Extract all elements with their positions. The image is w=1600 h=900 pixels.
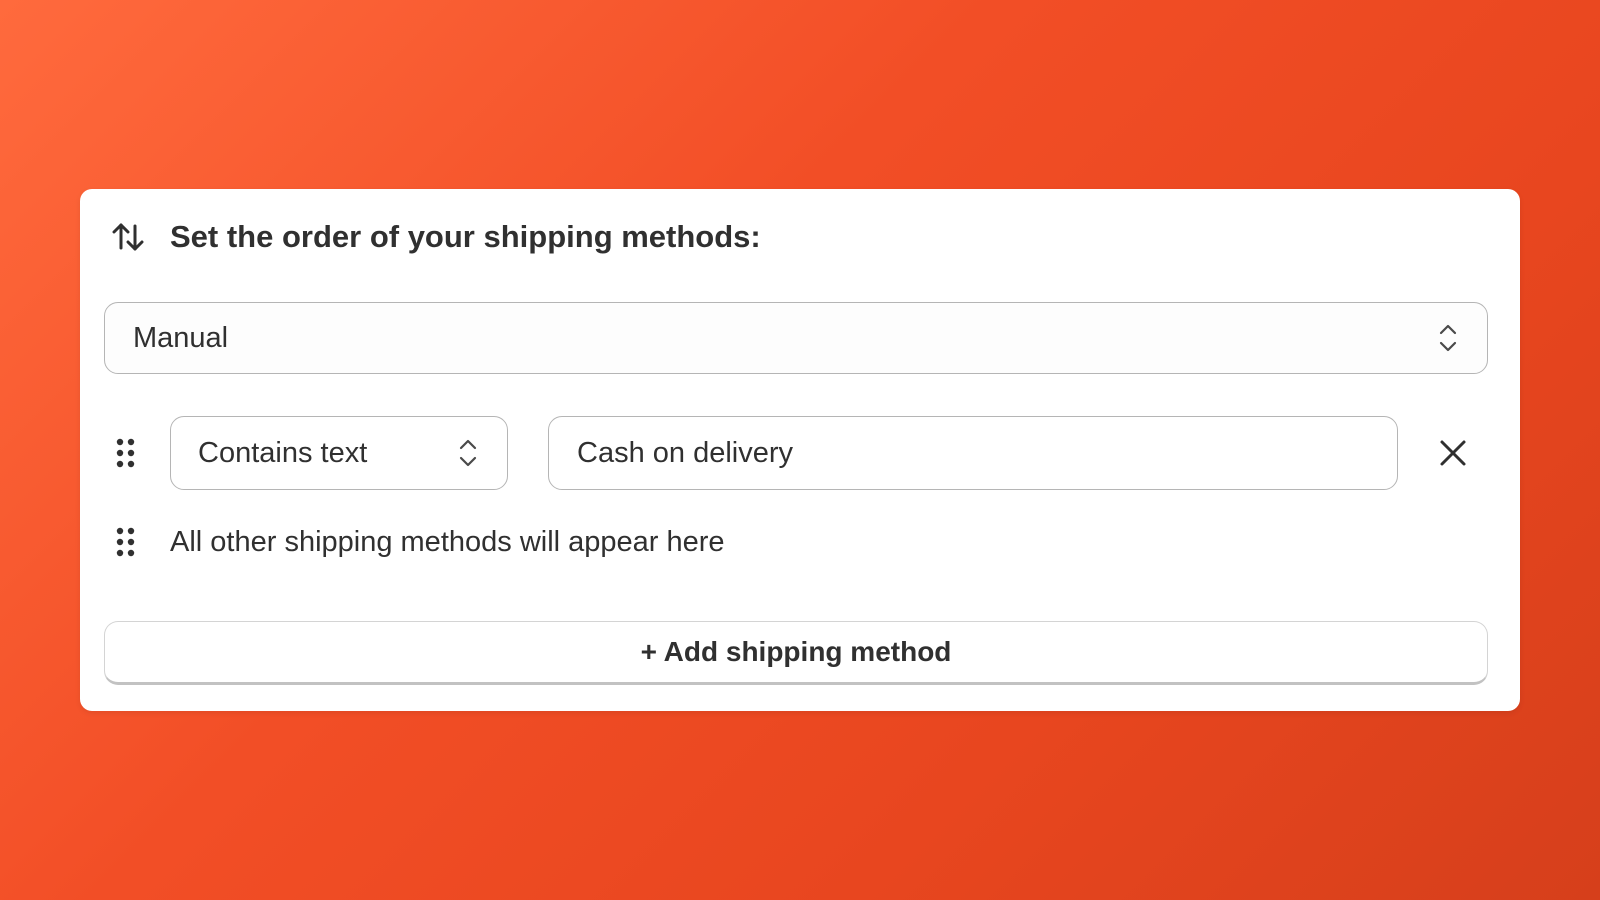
shipping-order-card: Set the order of your shipping methods: …	[80, 189, 1520, 711]
card-title: Set the order of your shipping methods:	[170, 219, 761, 254]
card-header: Set the order of your shipping methods:	[110, 219, 761, 255]
rule-value-text: Cash on delivery	[577, 436, 793, 469]
rule-condition-select[interactable]: Contains text	[170, 416, 508, 490]
close-icon[interactable]	[1434, 434, 1472, 472]
sort-order-value: Manual	[133, 321, 229, 354]
add-shipping-method-button[interactable]: + Add shipping method	[104, 621, 1488, 685]
drag-handle-icon[interactable]	[114, 526, 138, 558]
sort-arrows-icon	[110, 219, 146, 255]
chevron-up-down-icon	[457, 437, 479, 469]
other-methods-row: All other shipping methods will appear h…	[104, 523, 1496, 561]
rule-value-input[interactable]: Cash on delivery	[548, 416, 1398, 490]
drag-handle-icon[interactable]	[114, 437, 138, 469]
shipping-rule-row: Contains text Cash on delivery	[104, 416, 1496, 490]
other-methods-label: All other shipping methods will appear h…	[170, 526, 725, 558]
sort-order-select[interactable]: Manual	[104, 302, 1488, 374]
chevron-up-down-icon	[1437, 322, 1459, 354]
rule-condition-value: Contains text	[198, 436, 368, 469]
